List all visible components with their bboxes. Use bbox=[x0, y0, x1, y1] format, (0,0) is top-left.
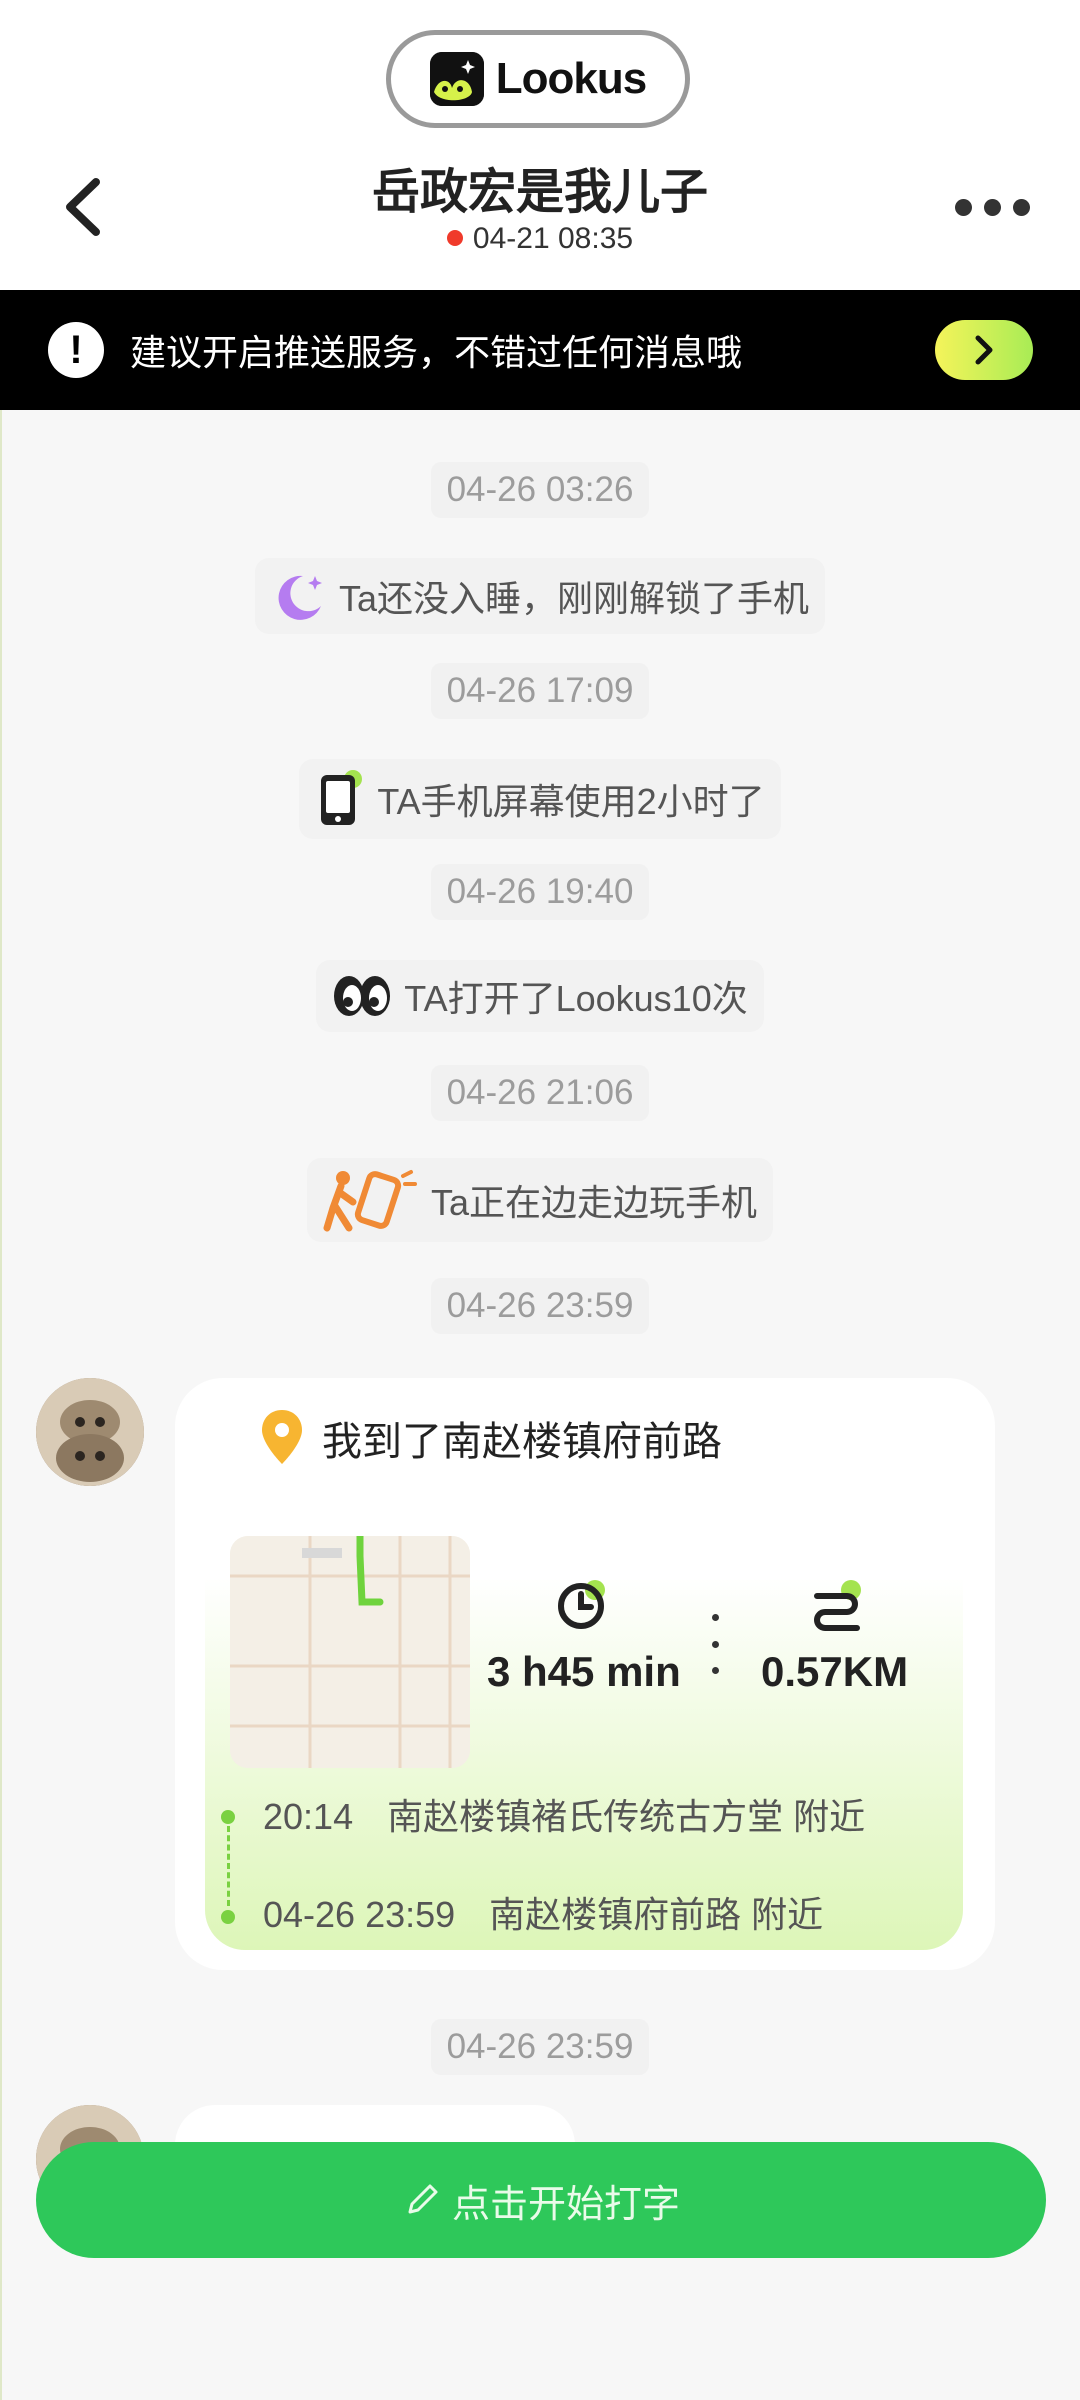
event-message: TA手机屏幕使用2小时了 bbox=[0, 759, 1080, 839]
enable-push-button[interactable] bbox=[935, 320, 1033, 380]
trip-card[interactable]: 我到了南赵楼镇府前路 3 h45 min 0.57KM 20:14 南赵楼镇褚氏传… bbox=[175, 1378, 995, 1970]
event-message: Ta还没入睡，刚刚解锁了手机 bbox=[0, 558, 1080, 634]
start-typing-label: 点击开始打字 bbox=[451, 2183, 680, 2226]
route-end: 04-26 23:59 南赵楼镇府前路 附近 bbox=[263, 1894, 824, 1935]
top-bar: Lookus 岳政宏是我儿子 04-21 08:35 bbox=[0, 0, 1080, 290]
location-pin-icon bbox=[262, 1410, 302, 1464]
trip-duration: 3 h45 min bbox=[487, 1648, 681, 1695]
exclamation-icon: ! bbox=[48, 322, 104, 378]
lookus-logo-icon bbox=[429, 52, 484, 106]
route-dot-icon bbox=[221, 1910, 235, 1924]
avatar[interactable] bbox=[36, 1378, 144, 1486]
divider-dots bbox=[712, 1614, 720, 1674]
timestamp: 04-26 23:59 bbox=[0, 1278, 1080, 1334]
push-notification-banner[interactable]: ! 建议开启推送服务，不错过任何消息哦 bbox=[0, 290, 1080, 410]
trip-distance: 0.57KM bbox=[761, 1648, 909, 1695]
pencil-icon bbox=[408, 2184, 438, 2214]
chat-title: 岳政宏是我儿子 bbox=[371, 166, 708, 219]
dot-icon bbox=[1013, 198, 1030, 216]
route-distance-icon bbox=[814, 1580, 861, 1631]
chevron-left-icon bbox=[66, 178, 100, 236]
start-typing-button[interactable]: 点击开始打字 bbox=[36, 2142, 1046, 2258]
timestamp: 04-26 17:09 bbox=[0, 663, 1080, 719]
dot-icon bbox=[955, 198, 972, 216]
online-status: 04-21 08:35 bbox=[240, 222, 840, 256]
route-start: 20:14 南赵楼镇褚氏传统古方堂 附近 bbox=[263, 1796, 866, 1837]
dot-icon bbox=[984, 198, 1001, 216]
clock-icon bbox=[558, 1580, 605, 1629]
route-dot-icon bbox=[221, 1810, 235, 1824]
event-message: Ta正在边走边玩手机 bbox=[0, 1158, 1080, 1242]
chevron-right-icon bbox=[975, 335, 993, 365]
timestamp: 04-26 21:06 bbox=[0, 1065, 1080, 1121]
trip-headline: 我到了南赵楼镇府前路 bbox=[260, 1408, 722, 1468]
app-logo: Lookus bbox=[386, 30, 690, 128]
more-options-button[interactable] bbox=[955, 192, 1035, 222]
timestamp: 04-26 19:40 bbox=[0, 864, 1080, 920]
eyes-icon bbox=[334, 976, 391, 1016]
timestamp: 04-26 03:26 bbox=[0, 462, 1080, 518]
moon-icon bbox=[278, 575, 322, 620]
timestamp: 04-26 23:59 bbox=[0, 2019, 1080, 2075]
walking-phone-icon bbox=[323, 1170, 417, 1232]
map-icon bbox=[230, 1536, 470, 1768]
cat-avatar-icon bbox=[36, 1378, 144, 1486]
route-map-thumbnail[interactable] bbox=[230, 1536, 470, 1768]
logo-text: Lookus bbox=[495, 54, 647, 103]
status-dot-icon bbox=[446, 230, 463, 247]
status-time: 04-21 08:35 bbox=[472, 222, 634, 255]
event-message: TA打开了Lookus10次 bbox=[0, 960, 1080, 1032]
route-line bbox=[227, 1826, 230, 1906]
banner-text: 建议开启推送服务，不错过任何消息哦 bbox=[130, 332, 743, 373]
back-button[interactable] bbox=[58, 172, 108, 242]
phone-icon bbox=[321, 770, 363, 825]
